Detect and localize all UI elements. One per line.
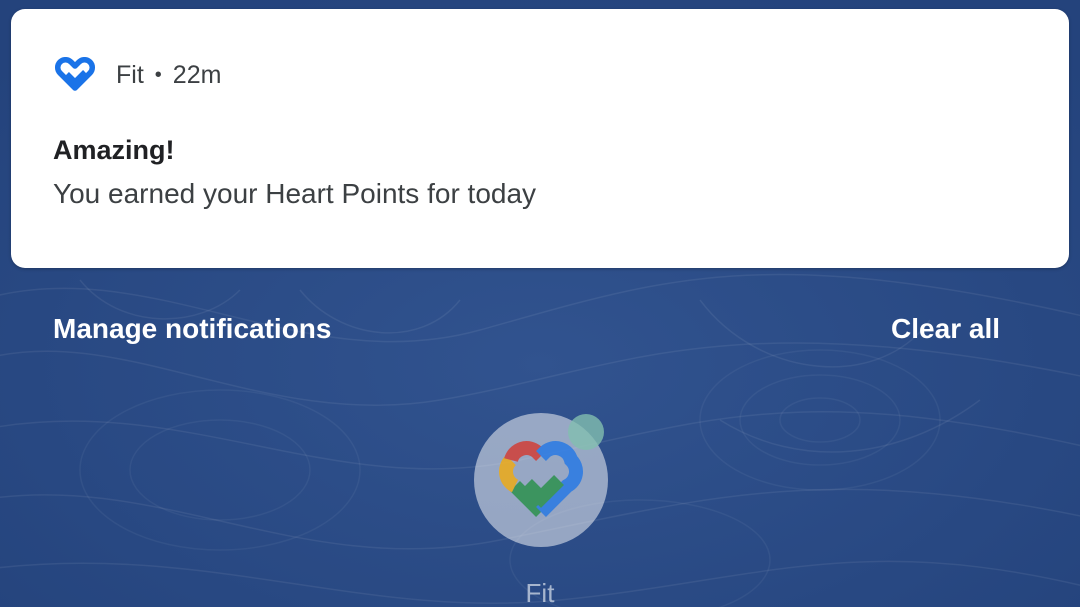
notification-body: You earned your Heart Points for today: [53, 178, 537, 209]
notification-dot-badge: [568, 414, 604, 450]
notification-title: Amazing!: [53, 135, 175, 165]
notification-header: Fit • 22m: [54, 57, 221, 93]
header-separator: •: [154, 63, 162, 86]
notification-time: 22m: [172, 60, 222, 89]
google-fit-heart-icon: [54, 57, 96, 93]
home-app-label: Fit: [525, 578, 555, 607]
clear-all-button[interactable]: Clear all: [891, 313, 1000, 345]
google-fit-logo-icon: [499, 441, 583, 517]
manage-notifications-button[interactable]: Manage notifications: [53, 313, 331, 345]
notification-card[interactable]: Fit • 22m Amazing! You earned your Heart…: [11, 9, 1069, 268]
notification-app-name: Fit: [116, 60, 144, 89]
